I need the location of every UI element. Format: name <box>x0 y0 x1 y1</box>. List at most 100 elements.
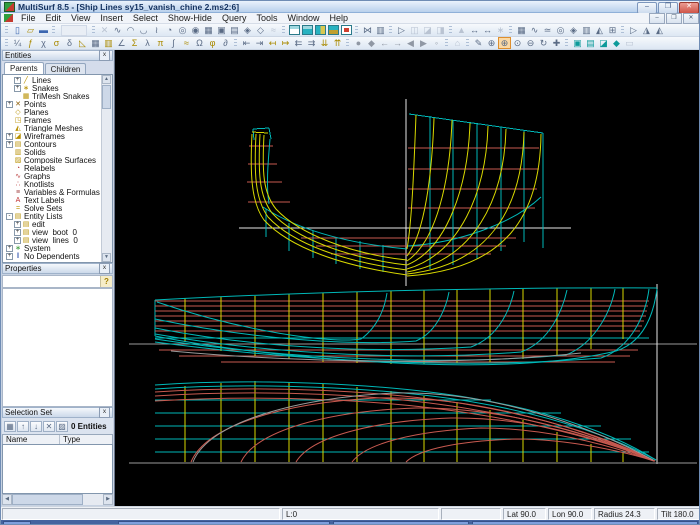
tree-item[interactable]: + ◪ Wireframes <box>4 132 101 140</box>
toolbar-button[interactable]: ✎ <box>472 37 485 49</box>
toolbar-button[interactable]: ⊙ <box>511 37 524 49</box>
toolbar-grip[interactable] <box>466 38 469 48</box>
toolbar-button[interactable]: ◮ <box>640 24 653 36</box>
taskbar-segment[interactable] <box>3 521 31 524</box>
tree-item[interactable]: + ▤ edit <box>4 220 101 228</box>
toolbar-button[interactable]: ≈ <box>180 37 193 49</box>
tree-item[interactable]: + ▤ view_boot_0 <box>4 228 101 236</box>
title-bar[interactable]: MultiSurf 8.5 - [Ship Lines sy15_vanish_… <box>1 1 699 14</box>
view-button[interactable] <box>327 24 340 36</box>
toolbar-grip[interactable] <box>282 25 285 35</box>
toolbar-grip[interactable] <box>389 25 392 35</box>
toolbar-button[interactable]: σ <box>50 37 63 49</box>
child-minimize-button[interactable]: – <box>649 12 665 24</box>
view-button[interactable] <box>314 24 327 36</box>
toolbar-grip[interactable] <box>565 38 568 48</box>
toolbar-button[interactable]: ⇇ <box>292 37 305 49</box>
menu-item-help[interactable]: Help <box>325 13 354 23</box>
toolbar-button[interactable]: ◔ <box>163 24 176 36</box>
toolbar-button[interactable]: ▭ <box>623 37 636 49</box>
toolbar-button[interactable]: ◉ <box>189 24 202 36</box>
toolbar-grip[interactable] <box>449 25 452 35</box>
toolbar-button[interactable]: ◭ <box>593 24 606 36</box>
selection-caption[interactable]: Selection Set x <box>2 407 113 418</box>
menu-item-edit[interactable]: Edit <box>41 13 67 23</box>
toolbar-button[interactable]: ▤ <box>584 37 597 49</box>
tree-item[interactable]: + ‖ No Dependents <box>4 252 101 260</box>
toolbar-button[interactable]: ↔ <box>468 24 481 36</box>
menu-item-insert[interactable]: Insert <box>95 13 128 23</box>
tree-expander[interactable]: + <box>6 100 13 108</box>
child-close-button[interactable]: ✕ <box>683 12 699 24</box>
toolbar-button[interactable]: ∗ <box>494 24 507 36</box>
toolbar-button[interactable]: ¼ <box>11 37 24 49</box>
selection-tool-button[interactable]: ↓ <box>30 420 42 432</box>
selection-tool-button[interactable]: ▨ <box>56 420 68 432</box>
toolbar-grip[interactable] <box>621 25 624 35</box>
tree-expander[interactable]: + <box>14 220 21 228</box>
toolbar-button[interactable]: ▤ <box>228 24 241 36</box>
taskbar-strip[interactable] <box>1 520 699 524</box>
toolbar-button[interactable]: ƒ <box>24 37 37 49</box>
toolbar-button[interactable]: ▷ <box>395 24 408 36</box>
tree-expander[interactable]: + <box>6 252 13 260</box>
tree-item[interactable]: ∿ Graphs <box>4 172 101 180</box>
toolbar-button[interactable]: ◺ <box>76 37 89 49</box>
view-button[interactable] <box>288 24 301 36</box>
tree-item[interactable]: ▥ Solids <box>4 148 101 156</box>
toolbar-button[interactable]: ◇ <box>254 24 267 36</box>
toolbar-button[interactable]: φ <box>206 37 219 49</box>
toolbar-button[interactable]: ∫ <box>167 37 180 49</box>
toolbar-button[interactable]: ▦ <box>202 24 215 36</box>
toolbar-button[interactable]: ✚ <box>550 37 563 49</box>
toolbar-grip[interactable] <box>355 25 358 35</box>
toolbar-button[interactable]: ⇊ <box>318 37 331 49</box>
scroll-thumb[interactable] <box>12 494 83 505</box>
menu-item-file[interactable]: File <box>16 13 41 23</box>
drawing-canvas[interactable] <box>114 50 699 506</box>
tree-expander[interactable]: + <box>6 244 13 252</box>
toolbar-button[interactable]: ◪ <box>597 37 610 49</box>
toolbar-button[interactable]: ≀ <box>150 24 163 36</box>
toolbar-button[interactable]: ▬ <box>37 24 50 36</box>
toolbar-button[interactable]: Ω <box>193 37 206 49</box>
selection-tool-button[interactable]: ✕ <box>43 420 55 432</box>
toolbar-button[interactable]: ⊕ <box>485 37 498 49</box>
toolbar-button[interactable]: ◪ <box>421 24 434 36</box>
toolbar-button[interactable]: Σ <box>128 37 141 49</box>
tree-item[interactable]: A Text Labels <box>4 196 101 204</box>
toolbar-button[interactable]: ◈ <box>567 24 580 36</box>
toolbar-button[interactable]: ◠ <box>124 24 137 36</box>
scroll-thumb[interactable] <box>102 85 111 109</box>
toolbar-button[interactable]: λ <box>141 37 154 49</box>
selection-list[interactable] <box>2 444 113 494</box>
toolbar-grip[interactable] <box>5 38 8 48</box>
toolbar-button[interactable]: ◆ <box>610 37 623 49</box>
toolbar-button[interactable]: ◀ <box>404 37 417 49</box>
toolbar-button[interactable]: ▲ <box>455 24 468 36</box>
toolbar-grip[interactable] <box>234 38 237 48</box>
toolbar-grip[interactable] <box>509 25 512 35</box>
toolbar-button[interactable]: ⇤ <box>240 37 253 49</box>
view-button[interactable] <box>340 24 353 36</box>
toolbar-button[interactable]: ▷ <box>627 24 640 36</box>
menu-item-select[interactable]: Select <box>128 13 163 23</box>
menu-item-view[interactable]: View <box>66 13 95 23</box>
toolbar-button[interactable]: ● <box>352 37 365 49</box>
toolbar-button[interactable]: δ <box>63 37 76 49</box>
tree-item[interactable]: + ∗ Snakes <box>4 84 101 92</box>
selection-tool-button[interactable]: ↑ <box>17 420 29 432</box>
toolbar-button[interactable]: ↻ <box>537 37 550 49</box>
menu-item-tools[interactable]: Tools <box>251 13 282 23</box>
tree-expander[interactable]: + <box>14 236 21 244</box>
tree-item[interactable]: ◇ Planes <box>4 108 101 116</box>
properties-caption[interactable]: Properties x <box>2 263 113 274</box>
toolbar-button[interactable]: ∂ <box>219 37 232 49</box>
tree-item[interactable]: ◳ Frames <box>4 116 101 124</box>
toolbar-grip[interactable] <box>445 38 448 48</box>
toolbar-button[interactable]: ▯ <box>11 24 24 36</box>
toolbar-button[interactable]: ◆ <box>365 37 378 49</box>
toolbar-button[interactable]: ▥ <box>374 24 387 36</box>
toolbar-grip[interactable] <box>52 25 55 35</box>
taskbar-segment[interactable] <box>472 521 698 524</box>
